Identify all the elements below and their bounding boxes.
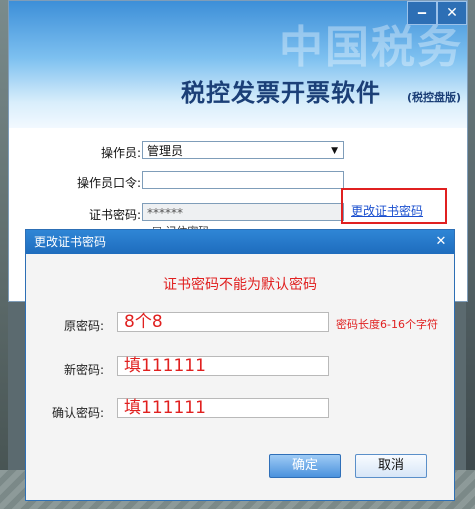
minimize-button[interactable]: ‒ bbox=[407, 1, 437, 25]
operator-password-input[interactable] bbox=[142, 171, 344, 189]
operator-password-label: 操作员口令: bbox=[76, 176, 141, 190]
close-icon[interactable]: ✕ bbox=[432, 233, 450, 250]
new-password-label: 新密码: bbox=[64, 363, 105, 377]
ok-button[interactable]: 确定 bbox=[269, 454, 341, 478]
operator-select[interactable]: 管理员 ▼ bbox=[142, 141, 344, 159]
cert-password-input[interactable]: ****** bbox=[142, 203, 344, 221]
warning-message: 证书密码不能为默认密码 bbox=[163, 277, 317, 293]
old-password-input[interactable]: 8个8 bbox=[117, 312, 329, 332]
close-button[interactable]: ✕ bbox=[437, 1, 467, 25]
old-password-label: 原密码: bbox=[64, 319, 105, 333]
app-subtitle: (税控盘版) bbox=[407, 91, 462, 104]
app-banner: 中国税务 税控发票开票软件 (税控盘版) ‒ ✕ bbox=[9, 1, 467, 128]
new-password-input[interactable]: 填111111 bbox=[117, 356, 329, 376]
confirm-password-label: 确认密码: bbox=[52, 406, 105, 420]
cancel-button[interactable]: 取消 bbox=[355, 454, 427, 478]
cert-password-label: 证书密码: bbox=[88, 208, 141, 222]
chevron-down-icon: ▼ bbox=[331, 146, 338, 156]
app-title: 税控发票开票软件 bbox=[181, 79, 381, 107]
desktop-background-left bbox=[0, 0, 8, 509]
confirm-password-input[interactable]: 填111111 bbox=[117, 398, 329, 418]
change-cert-password-dialog: 更改证书密码 ✕ 证书密码不能为默认密码 原密码: 8个8 密码长度6-16个字… bbox=[25, 229, 455, 501]
change-cert-password-link[interactable]: 更改证书密码 bbox=[351, 202, 423, 219]
operator-label: 操作员: bbox=[100, 146, 141, 160]
dialog-title: 更改证书密码 bbox=[26, 230, 454, 254]
operator-value: 管理员 bbox=[147, 144, 184, 158]
password-length-hint: 密码长度6-16个字符 bbox=[336, 318, 438, 331]
